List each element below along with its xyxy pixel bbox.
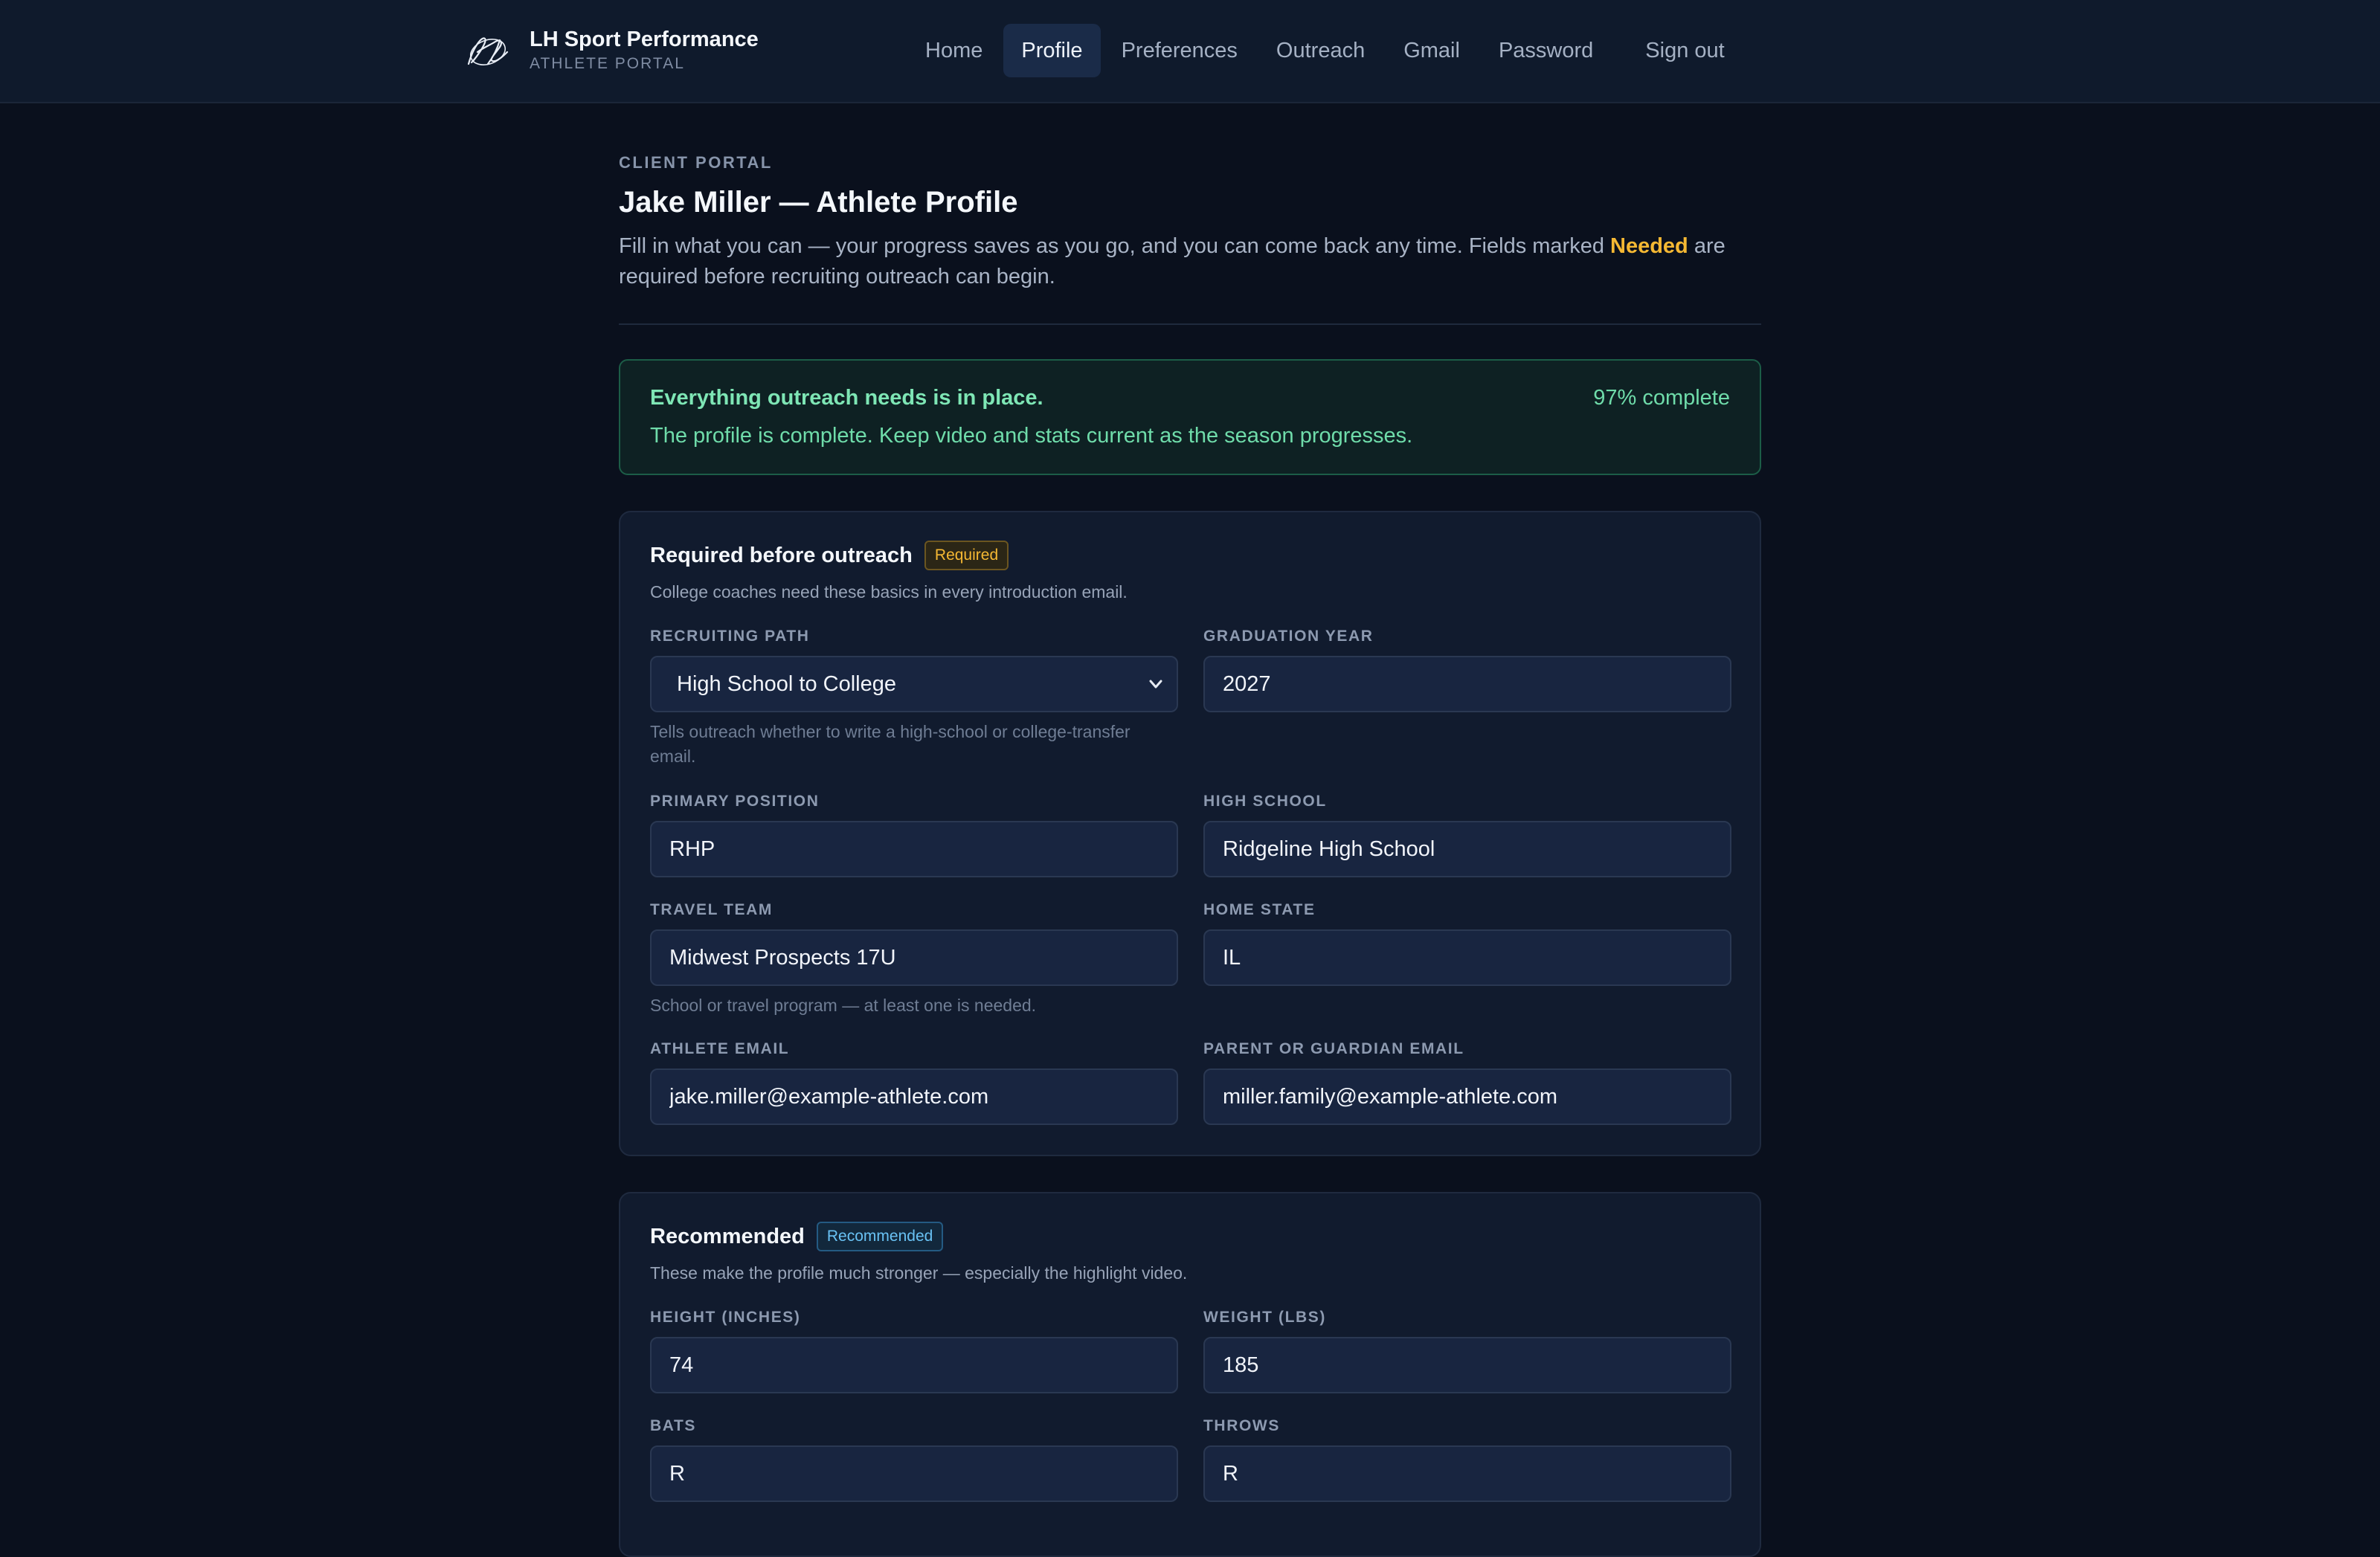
throws-label: THROWS <box>1203 1417 1280 1434</box>
graduation-year-input[interactable] <box>1203 656 1731 712</box>
recommended-section-desc: These make the profile much stronger — e… <box>650 1263 1188 1283</box>
nav-home[interactable]: Home <box>907 24 1000 77</box>
nav-outreach[interactable]: Outreach <box>1258 24 1383 77</box>
weight-label: WEIGHT (LBS) <box>1203 1309 1327 1326</box>
sign-out-button[interactable]: Sign out <box>1627 24 1742 77</box>
travel-team-label: TRAVEL TEAM <box>650 901 773 918</box>
recruiting-path-field: RECRUITING PATH High School to College T… <box>650 628 1178 769</box>
needed-keyword: Needed <box>1610 234 1688 258</box>
status-text: The profile is complete. Keep video and … <box>650 424 1413 448</box>
page-intro: Fill in what you can — your progress sav… <box>619 231 1761 292</box>
weight-input[interactable] <box>1203 1337 1731 1393</box>
athlete-email-field: ATHLETE EMAIL <box>650 1040 1178 1125</box>
recruiting-path-hint: Tells outreach whether to write a high-s… <box>650 722 1130 766</box>
high-school-label: HIGH SCHOOL <box>1203 793 1327 810</box>
completion-status-banner: Everything outreach needs is in place. T… <box>619 359 1761 475</box>
brand-title: LH Sport Performance <box>530 28 759 51</box>
parent-email-label: PARENT OR GUARDIAN EMAIL <box>1203 1040 1464 1057</box>
divider <box>619 323 1761 325</box>
nav-preferences[interactable]: Preferences <box>1104 24 1255 77</box>
home-state-input[interactable] <box>1203 929 1731 986</box>
required-section: Required before outreach Required Colleg… <box>619 511 1761 1156</box>
primary-position-label: PRIMARY POSITION <box>650 793 820 810</box>
chevron-down-icon <box>1149 680 1162 689</box>
athlete-email-input[interactable] <box>650 1068 1178 1125</box>
page-eyebrow: CLIENT PORTAL <box>619 153 773 172</box>
brand-signature-logo-icon <box>467 37 509 65</box>
team-hint: School or travel program — at least one … <box>650 996 1037 1015</box>
home-state-field: HOME STATE <box>1203 901 1731 986</box>
parent-email-input[interactable] <box>1203 1068 1731 1125</box>
recruiting-path-select[interactable]: High School to College <box>650 656 1178 712</box>
high-school-field: HIGH SCHOOL <box>1203 793 1731 877</box>
bats-field: BATS <box>650 1417 1178 1502</box>
top-navigation-bar: LH Sport Performance ATHLETE PORTAL Home… <box>0 0 2380 103</box>
nav-gmail[interactable]: Gmail <box>1386 24 1478 77</box>
height-input[interactable] <box>650 1337 1178 1393</box>
primary-position-field: PRIMARY POSITION <box>650 793 1178 877</box>
primary-position-input[interactable] <box>650 821 1178 877</box>
parent-email-field: PARENT OR GUARDIAN EMAIL <box>1203 1040 1731 1125</box>
travel-team-input[interactable] <box>650 929 1178 986</box>
throws-input[interactable] <box>1203 1445 1731 1502</box>
high-school-input[interactable] <box>1203 821 1731 877</box>
graduation-year-field: GRADUATION YEAR <box>1203 628 1731 769</box>
recommended-section: Recommended Recommended These make the p… <box>619 1192 1761 1557</box>
brand-subtitle: ATHLETE PORTAL <box>530 55 685 72</box>
nav-password[interactable]: Password <box>1481 24 1611 77</box>
throws-field: THROWS <box>1203 1417 1731 1502</box>
recommended-badge: Recommended <box>816 1222 944 1251</box>
status-title: Everything outreach needs is in place. <box>650 386 1043 410</box>
brand[interactable]: LH Sport Performance ATHLETE PORTAL <box>463 25 759 76</box>
travel-team-field: TRAVEL TEAM <box>650 901 1178 986</box>
intro-text-before: Fill in what you can — your progress sav… <box>619 234 1611 258</box>
required-section-desc: College coaches need these basics in eve… <box>650 582 1128 602</box>
weight-field: WEIGHT (LBS) <box>1203 1309 1731 1393</box>
required-badge: Required <box>924 541 1009 570</box>
height-field: HEIGHT (INCHES) <box>650 1309 1178 1393</box>
athlete-email-label: ATHLETE EMAIL <box>650 1040 790 1057</box>
required-section-title: Required before outreach <box>650 543 913 567</box>
main-nav: Home Profile Preferences Outreach Gmail … <box>907 24 1746 77</box>
completion-percent: 97% complete <box>1593 386 1730 410</box>
main-content: CLIENT PORTAL Jake Miller — Athlete Prof… <box>619 153 1761 1557</box>
nav-profile[interactable]: Profile <box>1003 24 1101 77</box>
bats-label: BATS <box>650 1417 697 1434</box>
home-state-label: HOME STATE <box>1203 901 1316 918</box>
recruiting-path-label: RECRUITING PATH <box>650 628 810 645</box>
page-title: Jake Miller — Athlete Profile <box>619 186 1018 219</box>
graduation-year-label: GRADUATION YEAR <box>1203 628 1374 645</box>
height-label: HEIGHT (INCHES) <box>650 1309 801 1326</box>
bats-input[interactable] <box>650 1445 1178 1502</box>
recommended-section-title: Recommended <box>650 1224 805 1248</box>
